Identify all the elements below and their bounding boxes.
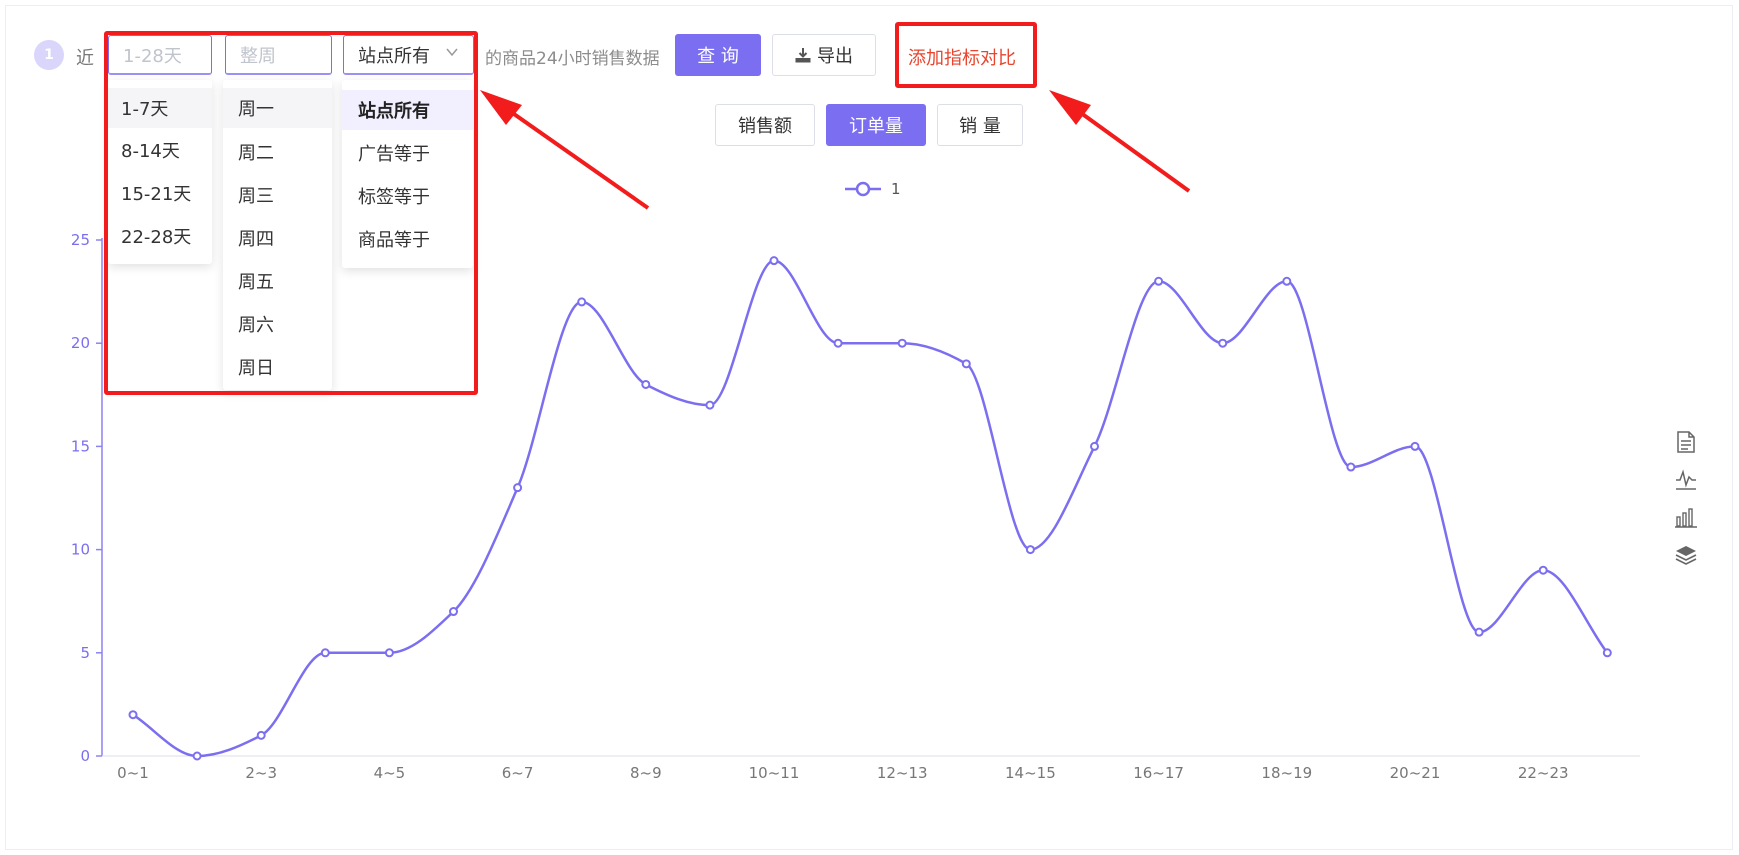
export-label: 导出 bbox=[817, 42, 853, 68]
stack-icon[interactable] bbox=[1675, 543, 1697, 567]
download-icon bbox=[795, 47, 811, 63]
step-badge: 1 bbox=[34, 40, 64, 70]
chart-legend[interactable]: 1 bbox=[845, 180, 901, 198]
annotation-box-compare bbox=[895, 22, 1037, 88]
data-view-icon[interactable] bbox=[1675, 430, 1697, 454]
tab-sales-amount[interactable]: 销售额 bbox=[715, 104, 815, 146]
export-button[interactable]: 导出 bbox=[772, 34, 876, 76]
legend-line-icon bbox=[845, 181, 881, 197]
tab-order-count[interactable]: 订单量 bbox=[826, 104, 926, 146]
prefix-label: 近 bbox=[76, 44, 94, 70]
legend-label: 1 bbox=[891, 180, 901, 198]
query-button[interactable]: 查 询 bbox=[675, 34, 761, 76]
tab-sales-volume[interactable]: 销 量 bbox=[937, 104, 1023, 146]
description-text: 的商品24小时销售数据 bbox=[485, 44, 660, 69]
annotation-box-filters bbox=[104, 31, 478, 395]
line-chart-icon[interactable] bbox=[1675, 467, 1697, 491]
bar-chart-icon[interactable] bbox=[1675, 505, 1697, 529]
